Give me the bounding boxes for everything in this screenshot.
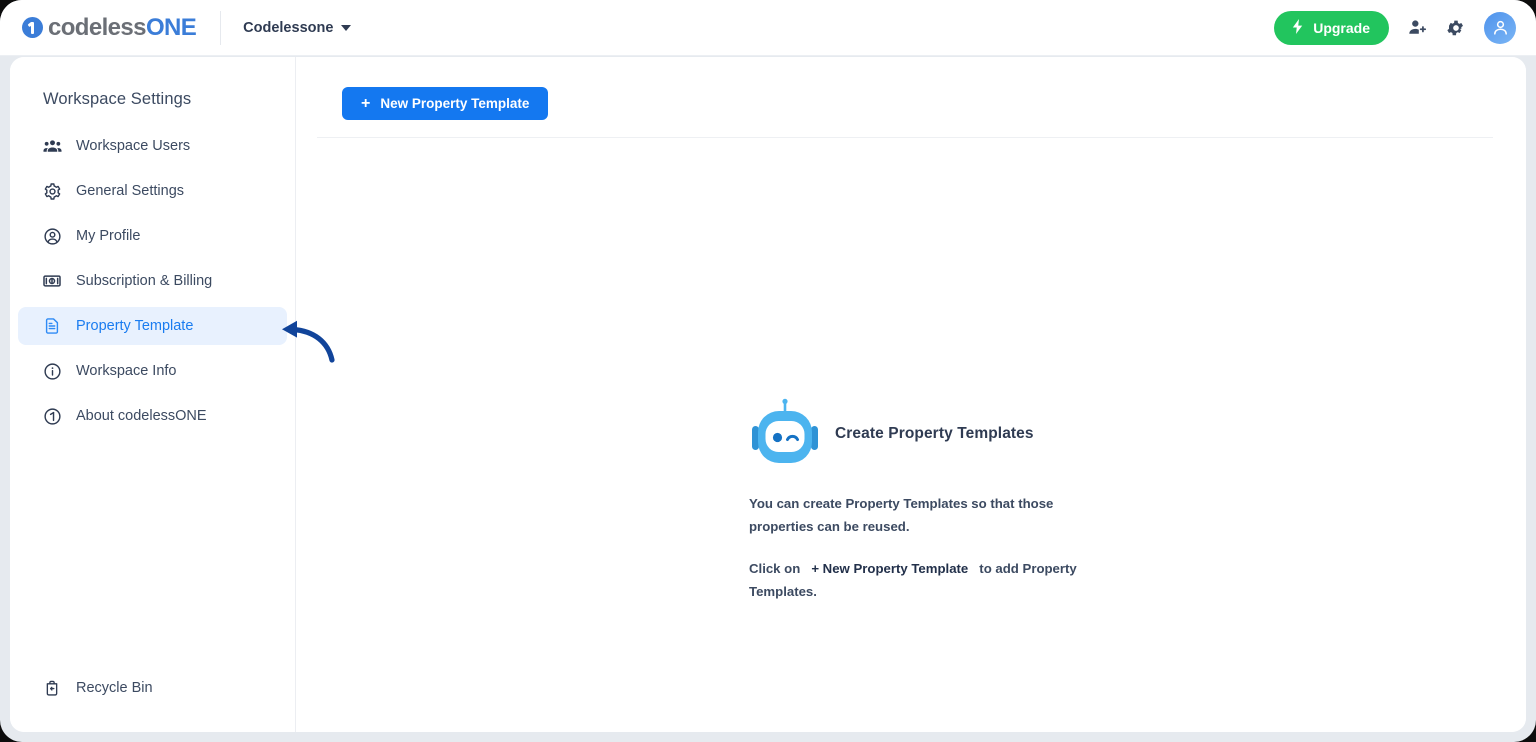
top-header: codelessONE Codelessone Upgrade: [0, 0, 1536, 56]
empty-state-body-line1: You can create Property Templates so tha…: [749, 496, 1054, 534]
robot-mascot-icon: [749, 397, 821, 471]
content-panel: Workspace Settings Workspace Users Gener…: [10, 57, 1526, 732]
header-actions: Upgrade: [1274, 10, 1516, 45]
codeless-one-logo-icon: [22, 17, 43, 38]
logo-text-part1: codeless: [48, 13, 147, 41]
sidebar-item-label: Workspace Info: [76, 363, 177, 379]
empty-state-body-line2: Click on + New Property Template to add …: [749, 558, 1089, 603]
logo-wordmark: codelessONE: [48, 13, 197, 41]
chevron-down-icon: [341, 24, 352, 31]
sidebar-item-label: Subscription & Billing: [76, 273, 213, 289]
main-content: + New Property Template Create Property …: [297, 57, 1526, 732]
empty-state-line2-prefix: Click on: [749, 561, 801, 577]
upgrade-button-label: Upgrade: [1313, 19, 1370, 36]
gear-icon: [42, 182, 62, 201]
workspace-name: Codelessone: [243, 19, 334, 36]
banknote-icon: [42, 271, 62, 291]
app-logo[interactable]: codelessONE: [22, 13, 197, 41]
sidebar-item-subscription-billing[interactable]: Subscription & Billing: [18, 262, 287, 300]
sidebar-item-workspace-users[interactable]: Workspace Users: [18, 127, 287, 165]
content-toolbar: + New Property Template: [297, 57, 1526, 120]
sidebar-item-recycle-bin[interactable]: Recycle Bin: [18, 669, 287, 707]
users-group-icon: [42, 137, 62, 156]
empty-state-line2-strong: + New Property Template: [811, 561, 969, 577]
sidebar-nav-bottom: Recycle Bin: [18, 669, 287, 714]
sidebar-title: Workspace Settings: [43, 90, 192, 108]
sidebar-item-label: Workspace Users: [76, 138, 191, 154]
sidebar-item-general-settings[interactable]: General Settings: [18, 172, 287, 210]
gear-icon[interactable]: [1446, 18, 1466, 38]
sidebar-item-my-profile[interactable]: My Profile: [18, 217, 287, 255]
empty-state-body: You can create Property Templates so tha…: [749, 493, 1089, 604]
sidebar-item-label: Property Template: [76, 318, 194, 334]
new-property-template-label: New Property Template: [380, 96, 530, 111]
sidebar-item-label: About codelessONE: [76, 408, 207, 424]
sidebar-item-about-codelessone[interactable]: About codelessONE: [18, 397, 287, 435]
add-user-icon[interactable]: [1407, 17, 1428, 38]
sidebar-item-label: General Settings: [76, 183, 185, 199]
user-avatar-icon[interactable]: [1484, 11, 1516, 44]
header-divider: [220, 10, 222, 45]
sidebar-item-property-template[interactable]: Property Template: [18, 307, 287, 345]
empty-state-title: Create Property Templates: [835, 425, 1034, 442]
sidebar-item-label: My Profile: [76, 228, 141, 244]
toolbar-divider: [317, 137, 1493, 138]
user-circle-icon: [42, 227, 62, 246]
sidebar-nav: Workspace Users General Settings My Prof…: [10, 127, 295, 435]
empty-state: Create Property Templates You can create…: [749, 397, 1169, 604]
workspace-switcher[interactable]: Codelessone: [243, 19, 352, 36]
codeless-one-mark-icon: [42, 407, 62, 426]
info-circle-icon: [42, 362, 62, 381]
recycle-bin-icon: [42, 679, 62, 697]
empty-state-header: Create Property Templates: [749, 397, 1169, 471]
app-window: codelessONE Codelessone Upgrade Workspac…: [0, 0, 1536, 742]
sidebar-item-label: Recycle Bin: [76, 680, 153, 696]
settings-sidebar: Workspace Settings Workspace Users Gener…: [10, 57, 296, 732]
new-property-template-button[interactable]: + New Property Template: [342, 87, 549, 120]
plus-icon: +: [361, 94, 371, 112]
sidebar-item-workspace-info[interactable]: Workspace Info: [18, 352, 287, 390]
upgrade-button[interactable]: Upgrade: [1274, 10, 1389, 45]
logo-text-part2: ONE: [145, 13, 197, 41]
lightning-bolt-icon: [1290, 18, 1305, 38]
document-icon: [42, 317, 62, 335]
